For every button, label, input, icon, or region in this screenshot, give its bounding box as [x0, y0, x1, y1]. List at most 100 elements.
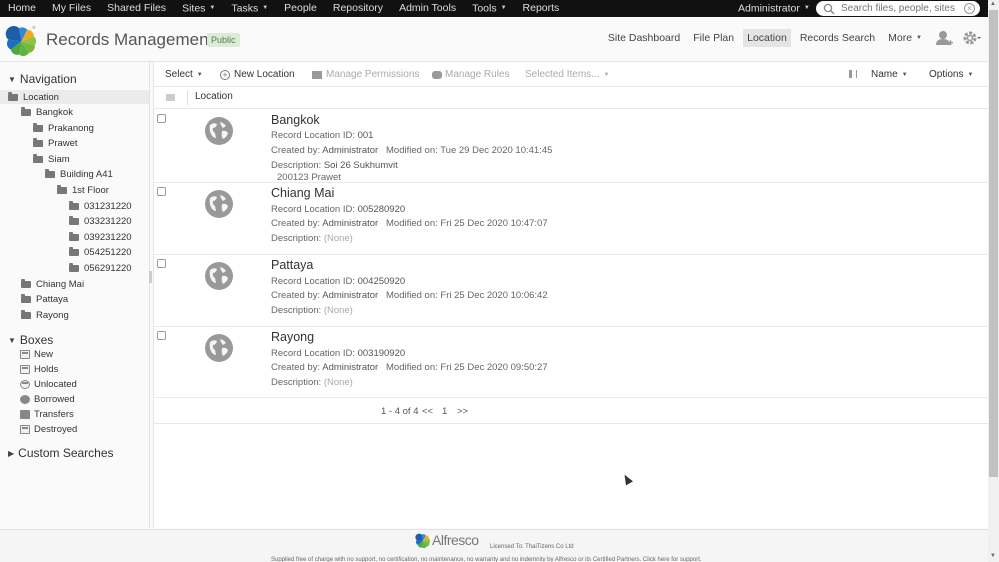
- breadcrumb-location[interactable]: Location: [195, 91, 233, 102]
- next-page-link[interactable]: >>: [457, 406, 468, 417]
- tree-item-056291220[interactable]: 056291220: [69, 261, 132, 275]
- manage-rules-button[interactable]: Manage Rules: [432, 69, 509, 80]
- globe-icon: [205, 117, 233, 145]
- globe-icon: [205, 262, 233, 290]
- manage-permissions-button[interactable]: Manage Permissions: [312, 69, 419, 80]
- description-line-2: 200123 Prawet: [277, 172, 341, 183]
- site-nav-more[interactable]: More ▼: [884, 29, 926, 47]
- holds-icon: [20, 364, 30, 374]
- site-nav-file-plan[interactable]: File Plan: [689, 29, 738, 47]
- description: Description: (None): [271, 305, 353, 316]
- tree-item-033231220[interactable]: 033231220: [69, 214, 132, 228]
- site-nav-records-search[interactable]: Records Search: [796, 29, 879, 47]
- triangle-down-icon: ▼: [8, 335, 16, 345]
- visibility-badge: Public: [207, 33, 240, 47]
- rules-icon: [432, 70, 442, 79]
- tree-item-1st-floor[interactable]: 1st Floor: [57, 183, 109, 197]
- tree-item-chiang-mai[interactable]: Chiang Mai: [21, 277, 84, 291]
- folder-icon: [69, 215, 79, 225]
- tree-item-location[interactable]: Location: [0, 90, 149, 104]
- tree-item-building-a41[interactable]: Building A41: [45, 167, 113, 181]
- site-nav: Site Dashboard File Plan Location Record…: [599, 29, 982, 47]
- description: Description: (None): [271, 377, 353, 388]
- scroll-up-icon[interactable]: ▲: [990, 1, 996, 7]
- box-item-transfers[interactable]: Transfers: [20, 407, 74, 421]
- caret-down-icon: ▼: [209, 4, 216, 11]
- page-number-link[interactable]: 1: [442, 406, 447, 417]
- tree-item-054251220[interactable]: 054251220: [69, 245, 132, 259]
- custom-searches-section-toggle[interactable]: ▶ Custom Searches: [8, 446, 114, 460]
- tree-item-031231220[interactable]: 031231220: [69, 199, 132, 213]
- tree-item-bangkok[interactable]: Bangkok: [21, 105, 73, 119]
- site-config-gear-icon[interactable]: [962, 29, 982, 47]
- clear-search-icon[interactable]: ×: [964, 3, 975, 14]
- topnav-admin-tools[interactable]: Admin Tools: [391, 0, 464, 17]
- topnav-tools[interactable]: Tools ▼: [464, 0, 514, 17]
- caret-down-icon: ▼: [803, 5, 810, 11]
- folder-icon: [21, 106, 31, 116]
- folder-icon: [33, 122, 43, 132]
- join-site-user-icon[interactable]: [934, 29, 954, 47]
- tree-item-prakanong[interactable]: Prakanong: [33, 121, 94, 135]
- selected-items-menu[interactable]: Selected Items... ▼: [525, 69, 609, 80]
- topnav-people[interactable]: People: [276, 0, 325, 17]
- scroll-down-icon[interactable]: ▼: [990, 553, 996, 559]
- site-nav-dashboard[interactable]: Site Dashboard: [604, 29, 684, 47]
- unlocated-icon: [20, 379, 30, 389]
- select-checkbox[interactable]: [157, 331, 166, 340]
- navigation-section-toggle[interactable]: ▼ Navigation: [8, 72, 77, 86]
- modified-on: Modified on: Fri 25 Dec 2020 09:50:27: [386, 362, 548, 373]
- caret-down-icon: ▼: [262, 4, 269, 11]
- folder-icon: [69, 262, 79, 272]
- boxes-section-toggle[interactable]: ▼ Boxes: [8, 333, 53, 347]
- created-by: Created by: Administrator: [271, 362, 379, 373]
- page-scrollbar[interactable]: ▲ ▼: [988, 0, 999, 562]
- user-menu[interactable]: Administrator ▼: [738, 0, 810, 17]
- topnav-repository[interactable]: Repository: [325, 0, 391, 17]
- location-name[interactable]: Bangkok: [271, 113, 320, 127]
- box-item-borrowed[interactable]: Borrowed: [20, 392, 75, 406]
- caret-down-icon: ▼: [196, 71, 203, 78]
- topnav-shared-files[interactable]: Shared Files: [99, 0, 174, 17]
- select-checkbox[interactable]: [157, 259, 166, 268]
- top-nav: Home My Files Shared Files Sites ▼ Tasks ▼…: [0, 0, 567, 17]
- box-item-new[interactable]: New: [20, 347, 53, 361]
- folder-icon: [45, 168, 55, 178]
- location-id: Record Location ID: 004250920: [271, 276, 406, 287]
- sidebar-resize-handle[interactable]: [149, 271, 152, 283]
- select-checkbox[interactable]: [157, 114, 166, 123]
- box-item-destroyed[interactable]: Destroyed: [20, 422, 77, 436]
- tree-item-039231220[interactable]: 039231220: [69, 230, 132, 244]
- created-by: Created by: Administrator: [271, 145, 379, 156]
- location-name[interactable]: Pattaya: [271, 258, 313, 272]
- topnav-reports[interactable]: Reports: [515, 0, 568, 17]
- location-name[interactable]: Chiang Mai: [271, 186, 334, 200]
- select-menu-button[interactable]: Select ▼: [165, 69, 203, 80]
- sort-direction-button[interactable]: [849, 70, 857, 78]
- topnav-home[interactable]: Home: [0, 0, 44, 17]
- alfresco-footer-logo: [415, 533, 431, 549]
- search-input[interactable]: [841, 3, 961, 14]
- select-checkbox[interactable]: [157, 187, 166, 196]
- list-item: Pattaya Record Location ID: 004250920 Cr…: [154, 255, 989, 327]
- previous-page-link[interactable]: <<: [422, 406, 433, 417]
- site-nav-location[interactable]: Location: [743, 29, 791, 47]
- location-id: Record Location ID: 003190920: [271, 348, 406, 359]
- box-item-unlocated[interactable]: Unlocated: [20, 377, 77, 391]
- list-header: Location: [154, 87, 989, 109]
- new-location-button[interactable]: + New Location: [220, 69, 295, 80]
- tree-item-siam[interactable]: Siam: [33, 152, 70, 166]
- sort-field-menu[interactable]: Name ▼: [871, 69, 908, 80]
- tree-item-rayong[interactable]: Rayong: [21, 308, 69, 322]
- support-text[interactable]: Supplied free of charge with no support,…: [271, 557, 702, 562]
- topnav-my-files[interactable]: My Files: [44, 0, 99, 17]
- topnav-tasks[interactable]: Tasks ▼: [223, 0, 276, 17]
- tree-item-pattaya[interactable]: Pattaya: [21, 292, 68, 306]
- scrollbar-thumb[interactable]: [989, 10, 998, 477]
- tree-item-prawet[interactable]: Prawet: [33, 136, 78, 150]
- options-menu[interactable]: Options ▼: [929, 69, 973, 80]
- location-name[interactable]: Rayong: [271, 330, 314, 344]
- parent-folder-up-icon[interactable]: [166, 94, 175, 101]
- topnav-sites[interactable]: Sites ▼: [174, 0, 223, 17]
- box-item-holds[interactable]: Holds: [20, 362, 58, 376]
